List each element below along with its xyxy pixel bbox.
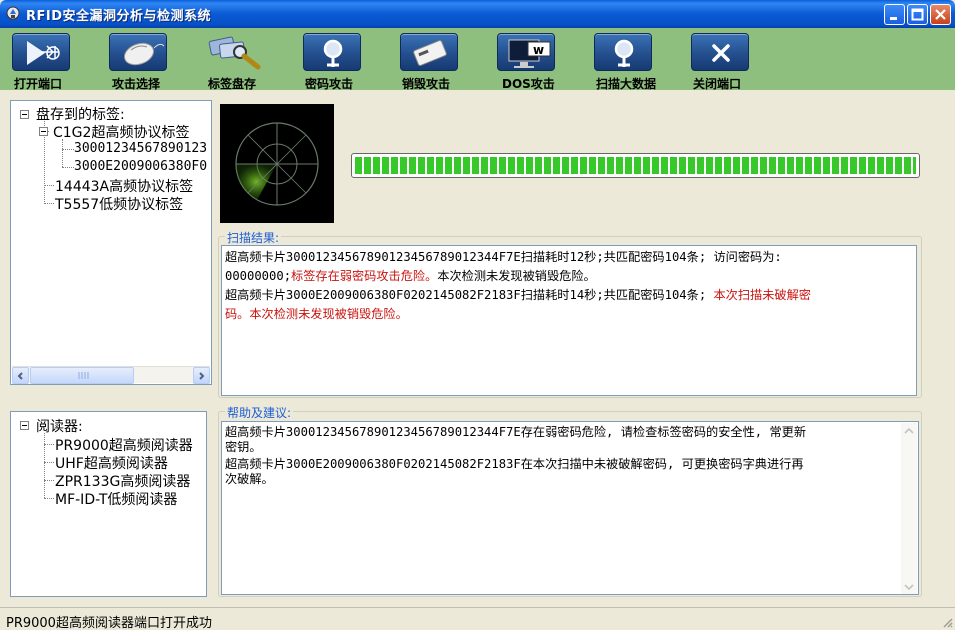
- toolbar: 打开端口 攻击选择 标签盘存 密码攻击 销毁攻击 w DOS攻击 扫描大数据 关…: [0, 28, 955, 91]
- scan-result-line-2: 00000000;标签存在弱密码攻击危险。本次检测未发现被销毁危险。: [225, 267, 913, 286]
- mouse-icon: [109, 33, 167, 71]
- tree-node-reader[interactable]: MF-ID-T低频阅读器: [55, 489, 177, 509]
- tree-connector: [44, 480, 54, 481]
- dos-attack-button[interactable]: w DOS攻击: [497, 30, 577, 91]
- help-textbox[interactable]: 超高频卡片30001234567890123456789012344F7E存在弱…: [221, 421, 919, 595]
- c1g2-expander[interactable]: [39, 127, 48, 136]
- monitor-icon: w: [497, 33, 555, 71]
- progress-fill: [355, 157, 916, 174]
- toolbar-label: 标签盘存: [208, 77, 257, 91]
- tag-root-expander[interactable]: [20, 110, 29, 119]
- window-title: RFID安全漏洞分析与检测系统: [26, 9, 212, 24]
- tag-inventory-button[interactable]: 标签盘存: [206, 30, 286, 91]
- tree-node-c1g2[interactable]: C1G2超高频协议标签: [53, 122, 189, 142]
- scan-result-line-1: 超高频卡片30001234567890123456789012344F7E扫描耗…: [225, 250, 782, 264]
- tree-node-t5557[interactable]: T5557低频协议标签: [55, 194, 183, 214]
- scan-result-text: 超高频卡片3000E2009006380F0202145082F2183F扫描耗…: [225, 288, 714, 302]
- tree-connector: [62, 139, 63, 167]
- not-cracked-warning: 本次扫描未破解密: [713, 288, 812, 302]
- open-port-button[interactable]: 打开端口: [12, 30, 92, 91]
- close-icon: [935, 9, 946, 20]
- scan-result-text: 本次检测未发现被销毁危险。: [437, 269, 596, 283]
- close-x-icon: [691, 33, 749, 71]
- scan-big-data-button[interactable]: 扫描大数据: [594, 30, 674, 91]
- resize-grip-icon[interactable]: [941, 616, 953, 628]
- scan-result-line-3: 超高频卡片3000E2009006380F0202145082F2183F扫描耗…: [225, 286, 913, 305]
- toolbar-label: 扫描大数据: [596, 77, 657, 91]
- toolbar-label: 攻击选择: [112, 77, 161, 91]
- toolbar-label: 打开端口: [14, 77, 63, 91]
- toolbar-label: DOS攻击: [502, 77, 555, 91]
- scan-result-line-4: 码。本次检测未发现被销毁危险。: [225, 307, 408, 321]
- help-line-4: 次破解。: [225, 472, 274, 486]
- tree-connector: [62, 167, 74, 168]
- tree-connector: [44, 498, 54, 499]
- toolbar-label: 关闭端口: [693, 77, 742, 91]
- magnifier-icon: [594, 33, 652, 71]
- tree-connector: [44, 444, 54, 445]
- magnifier-icon: [303, 33, 361, 71]
- tree-connector: [62, 149, 74, 150]
- scroll-left-button[interactable]: [12, 367, 29, 384]
- reader-root-label[interactable]: 阅读器:: [36, 416, 83, 436]
- tree-connector: [44, 203, 54, 204]
- radar-scan-image: [220, 104, 334, 223]
- destroy-attack-button[interactable]: 销毁攻击: [400, 30, 480, 91]
- maximize-button[interactable]: [907, 4, 928, 25]
- toolbar-label: 密码攻击: [305, 77, 354, 91]
- grip-icon: [78, 372, 89, 379]
- chevron-right-icon: [199, 371, 205, 380]
- help-line-2: 密钥。: [225, 440, 262, 454]
- tree-node-reader[interactable]: PR9000超高频阅读器: [55, 435, 193, 455]
- minimize-icon: [890, 17, 897, 20]
- password-attack-button[interactable]: 密码攻击: [303, 30, 383, 91]
- tree-node-14443a[interactable]: 14443A高频协议标签: [55, 176, 193, 196]
- help-label: 帮助及建议:: [225, 404, 294, 421]
- reader-tree-panel[interactable]: 阅读器: PR9000超高频阅读器 UHF超高频阅读器 ZPR133G高频阅读器…: [10, 411, 207, 597]
- status-bar: PR9000超高频阅读器端口打开成功: [0, 607, 955, 630]
- maximize-icon: [911, 8, 924, 21]
- tree-node-tag-2[interactable]: 3000E2009006380F0: [74, 159, 207, 174]
- reader-root-expander[interactable]: [20, 421, 29, 430]
- svg-text:w: w: [533, 43, 544, 57]
- tree-node-tag-1[interactable]: 30001234567890123: [74, 141, 207, 156]
- chevron-up-icon[interactable]: [901, 426, 917, 436]
- title-bar[interactable]: RFID安全漏洞分析与检测系统: [0, 0, 955, 28]
- attack-select-button[interactable]: 攻击选择: [109, 30, 189, 91]
- weak-password-warning: 标签存在弱密码攻击危险。: [291, 269, 438, 283]
- scroll-right-button[interactable]: [193, 367, 210, 384]
- play-arrow-icon: [12, 33, 70, 71]
- help-vscrollbar[interactable]: [901, 423, 917, 594]
- card-icon: [400, 33, 458, 71]
- scan-result-text: 00000000;: [225, 269, 292, 283]
- tree-connector: [44, 433, 45, 498]
- app-icon: [6, 6, 20, 20]
- tree-node-reader[interactable]: UHF超高频阅读器: [55, 453, 168, 473]
- chevron-down-icon[interactable]: [901, 582, 917, 592]
- tree-connector: [44, 462, 54, 463]
- scan-results-label: 扫描结果:: [225, 229, 282, 246]
- scan-results-textbox[interactable]: 超高频卡片30001234567890123456789012344F7E扫描耗…: [221, 245, 917, 396]
- tag-root-label[interactable]: 盘存到的标签:: [36, 104, 125, 124]
- tag-tree-hscrollbar[interactable]: [12, 366, 210, 384]
- close-port-button[interactable]: 关闭端口: [691, 30, 771, 91]
- tree-connector: [44, 185, 54, 186]
- tag-scan-icon: [206, 33, 264, 71]
- minimize-button[interactable]: [884, 4, 905, 25]
- close-window-button[interactable]: [930, 4, 951, 25]
- status-text: PR9000超高频阅读器端口打开成功: [6, 616, 212, 630]
- help-line-1: 超高频卡片30001234567890123456789012344F7E存在弱…: [225, 425, 807, 439]
- tag-tree-panel[interactable]: 盘存到的标签: C1G2超高频协议标签 30001234567890123 30…: [10, 100, 212, 385]
- tree-node-reader[interactable]: ZPR133G高频阅读器: [55, 471, 190, 491]
- help-line-3: 超高频卡片3000E2009006380F0202145082F2183F在本次…: [225, 457, 804, 471]
- chevron-left-icon: [17, 371, 23, 380]
- scroll-thumb[interactable]: [30, 367, 134, 384]
- toolbar-label: 销毁攻击: [402, 77, 451, 91]
- scan-progress-bar: [351, 153, 920, 178]
